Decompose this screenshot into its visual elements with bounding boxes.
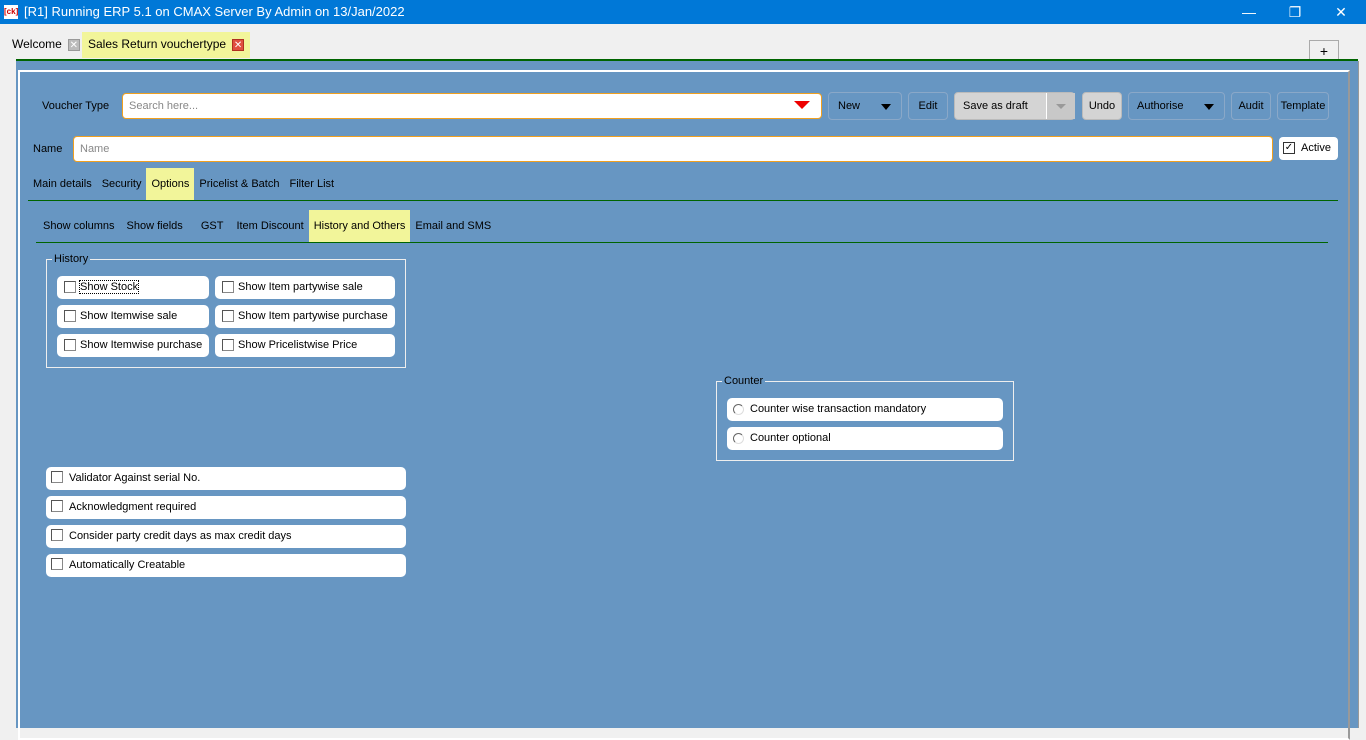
checkbox-icon — [51, 529, 63, 541]
checkbox-icon — [51, 558, 63, 570]
divider — [36, 242, 1328, 243]
close-tab-icon[interactable]: ✕ — [232, 38, 245, 51]
new-label: New — [838, 100, 861, 112]
party-credit-days-checkbox[interactable]: Consider party credit days as max credit… — [46, 525, 406, 548]
checkbox-label: Show Item partywise purchase — [238, 310, 388, 322]
restore-button[interactable]: ❐ — [1272, 0, 1318, 24]
checkbox-icon — [222, 310, 234, 322]
divider — [28, 200, 1338, 201]
name-input[interactable]: Name — [73, 136, 1273, 162]
chevron-down-icon — [881, 104, 891, 110]
radio-icon — [733, 433, 744, 444]
tab-item-discount[interactable]: Item Discount — [231, 210, 308, 242]
save-draft-button[interactable]: Save as draft — [954, 92, 1075, 120]
acknowledgment-checkbox[interactable]: Acknowledgment required — [46, 496, 406, 519]
sub-tabs: Show columns Show fields GST Item Discou… — [38, 210, 496, 242]
checkbox-label: Show Item partywise sale — [238, 281, 363, 293]
show-stock-checkbox[interactable]: Show Stock — [57, 276, 209, 299]
checkbox-label: Show Itemwise sale — [80, 310, 178, 322]
tab-sales-return[interactable]: Sales Return vouchertype ✕ — [82, 32, 251, 58]
checkmark-icon: ✓ — [1283, 142, 1295, 154]
close-button[interactable]: ✕ — [1318, 0, 1364, 24]
audit-button[interactable]: Audit — [1231, 92, 1271, 120]
checkbox-label: Show Itemwise purchase — [80, 339, 203, 351]
show-item-partywise-purchase-checkbox[interactable]: Show Item partywise purchase — [215, 305, 395, 328]
tab-main-details[interactable]: Main details — [28, 168, 97, 200]
template-button[interactable]: Template — [1277, 92, 1329, 120]
undo-button[interactable]: Undo — [1082, 92, 1122, 120]
history-legend: History — [52, 252, 91, 266]
dropdown-arrow-icon[interactable] — [794, 101, 810, 109]
chevron-down-icon — [1204, 104, 1214, 110]
tab-options[interactable]: Options — [146, 168, 195, 200]
checkbox-icon — [51, 500, 63, 512]
voucher-type-search[interactable]: Search here... — [122, 93, 822, 119]
automatically-creatable-checkbox[interactable]: Automatically Creatable — [46, 554, 406, 577]
show-itemwise-purchase-checkbox[interactable]: Show Itemwise purchase — [57, 334, 209, 357]
tab-pricelist-batch[interactable]: Pricelist & Batch — [194, 168, 284, 200]
authorise-label: Authorise — [1137, 100, 1184, 112]
checkbox-icon — [222, 339, 234, 351]
checkbox-label: Validator Against serial No. — [69, 472, 201, 484]
close-tab-icon[interactable]: ✕ — [67, 38, 80, 51]
checkbox-label: Consider party credit days as max credit… — [69, 530, 292, 542]
main-tabs: Main details Security Options Pricelist … — [28, 168, 339, 200]
chevron-down-icon — [1056, 104, 1066, 109]
checkbox-icon — [64, 281, 76, 293]
show-itemwise-sale-checkbox[interactable]: Show Itemwise sale — [57, 305, 209, 328]
window-title: [R1] Running ERP 5.1 on CMAX Server By A… — [24, 4, 405, 19]
new-button[interactable]: New — [828, 92, 902, 120]
show-pricelistwise-price-checkbox[interactable]: Show Pricelistwise Price — [215, 334, 395, 357]
active-checkbox[interactable]: ✓ Active — [1279, 137, 1338, 160]
tab-label: Sales Return vouchertype — [88, 37, 227, 51]
title-bar: [ck] [R1] Running ERP 5.1 on CMAX Server… — [0, 0, 1366, 24]
checkbox-label: Show Pricelistwise Price — [238, 339, 358, 351]
voucher-type-label: Voucher Type — [42, 100, 110, 112]
save-draft-label: Save as draft — [963, 100, 1028, 112]
counter-legend: Counter — [722, 374, 766, 388]
save-dropdown[interactable] — [1046, 93, 1075, 119]
authorise-button[interactable]: Authorise — [1128, 92, 1225, 120]
tab-history-others[interactable]: History and Others — [308, 210, 411, 242]
app-logo-icon: [ck] — [4, 5, 18, 19]
checkbox-icon — [222, 281, 234, 293]
checkbox-label: Show Stock — [78, 280, 140, 294]
tab-show-fields[interactable]: Show fields — [121, 210, 193, 242]
tab-welcome[interactable]: Welcome ✕ — [6, 32, 86, 58]
validator-serial-checkbox[interactable]: Validator Against serial No. — [46, 467, 406, 490]
tab-gst[interactable]: GST — [193, 210, 232, 242]
checkbox-label: Acknowledgment required — [69, 501, 197, 513]
tab-security[interactable]: Security — [97, 168, 147, 200]
add-tab-button[interactable]: + — [1309, 40, 1339, 60]
checkbox-icon — [64, 339, 76, 351]
radio-icon — [733, 404, 744, 415]
scrollbar[interactable] — [1358, 61, 1366, 728]
show-item-partywise-sale-checkbox[interactable]: Show Item partywise sale — [215, 276, 395, 299]
checkbox-label: Automatically Creatable — [69, 559, 186, 571]
checkbox-icon — [64, 310, 76, 322]
name-label: Name — [33, 143, 63, 155]
counter-optional-radio[interactable]: Counter optional — [727, 427, 1003, 450]
active-label: Active — [1301, 142, 1331, 154]
edit-button[interactable]: Edit — [908, 92, 948, 120]
checkbox-icon — [51, 471, 63, 483]
tab-email-sms[interactable]: Email and SMS — [410, 210, 496, 242]
radio-label: Counter wise transaction mandatory — [750, 403, 927, 415]
counter-mandatory-radio[interactable]: Counter wise transaction mandatory — [727, 398, 1003, 421]
tab-show-columns[interactable]: Show columns — [38, 210, 121, 242]
tab-filter-list[interactable]: Filter List — [284, 168, 339, 200]
radio-label: Counter optional — [750, 432, 831, 444]
minimize-button[interactable]: — — [1226, 0, 1272, 24]
tab-label: Welcome — [12, 37, 62, 51]
